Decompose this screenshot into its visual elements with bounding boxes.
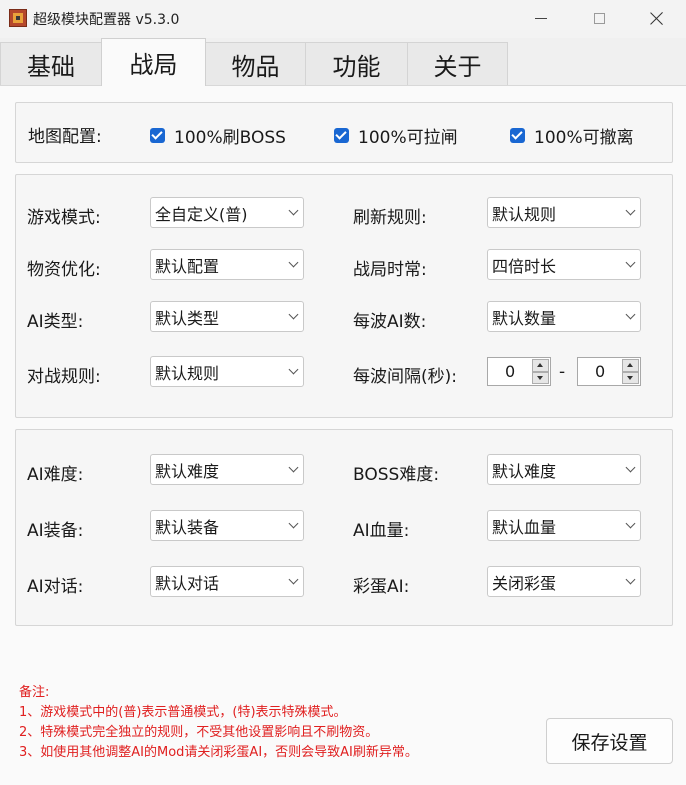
minimize-icon — [535, 17, 547, 19]
ai-difficulty-select[interactable]: 默认难度 — [150, 454, 304, 485]
chevron-down-icon — [625, 462, 636, 473]
battle-time-label: 战局时常: — [353, 260, 427, 280]
checkbox-label: 100%可撤离 — [534, 128, 634, 148]
combat-rule-select[interactable]: 默认规则 — [150, 356, 304, 387]
chevron-down-icon — [288, 309, 299, 320]
tab-about[interactable]: 关于 — [407, 42, 508, 86]
spinner-up-icon[interactable] — [532, 359, 549, 372]
checkbox-checked-icon[interactable] — [510, 128, 525, 143]
checkbox-checked-icon[interactable] — [334, 128, 349, 143]
minimize-button[interactable] — [518, 0, 564, 36]
refresh-rule-select[interactable]: 默认规则 — [487, 197, 641, 228]
supply-opt-label: 物资优化: — [27, 260, 101, 280]
spinner-down-icon[interactable] — [532, 371, 549, 384]
supply-opt-select[interactable]: 默认配置 — [150, 249, 304, 280]
boss-difficulty-label: BOSS难度: — [353, 465, 440, 485]
spinner-buttons — [622, 359, 639, 384]
ai-health-select[interactable]: 默认血量 — [487, 510, 641, 541]
checkbox-label: 100%刷BOSS — [174, 128, 286, 148]
app-icon — [9, 9, 27, 27]
ai-type-label: AI类型: — [27, 312, 84, 332]
ai-equipment-label: AI装备: — [27, 521, 84, 541]
map-config-panel: 地图配置: 100%刷BOSS 100%可拉闸 100%可撤离 — [15, 102, 673, 163]
chevron-down-icon — [625, 309, 636, 320]
checkbox-checked-icon[interactable] — [150, 128, 165, 143]
wave-interval-max-spinner[interactable]: 0 — [577, 357, 641, 386]
select-value: 默认难度 — [492, 461, 557, 481]
checkbox-pull-switch[interactable]: 100%可拉闸 — [334, 123, 458, 148]
note-line: 3、如使用其他调整AI的Mod请关闭彩蛋AI，否则会导致AI刷新异常。 — [19, 745, 418, 760]
battle-time-select[interactable]: 四倍时长 — [487, 249, 641, 280]
maximize-icon — [593, 12, 605, 24]
ai-dialog-label: AI对话: — [27, 577, 84, 597]
ai-settings-panel: AI难度: 默认难度 BOSS难度: 默认难度 AI装备: 默认装备 AI血量:… — [15, 429, 673, 626]
ai-equipment-select[interactable]: 默认装备 — [150, 510, 304, 541]
ai-dialog-select[interactable]: 默认对话 — [150, 566, 304, 597]
wave-interval-label: 每波间隔(秒): — [353, 367, 457, 387]
spinner-buttons — [532, 359, 549, 384]
tab-strip: 基础 战局 物品 功能 关于 — [0, 38, 686, 86]
select-value: 默认装备 — [155, 517, 220, 537]
checkbox-label: 100%可拉闸 — [358, 128, 458, 148]
refresh-rule-label: 刷新规则: — [353, 208, 427, 228]
title-bar: 超级模块配置器 v5.3.0 — [0, 0, 686, 38]
checkbox-evacuate[interactable]: 100%可撤离 — [510, 123, 634, 148]
combat-rule-label: 对战规则: — [27, 367, 101, 387]
chevron-down-icon — [288, 205, 299, 216]
map-config-label: 地图配置: — [28, 127, 102, 147]
select-value: 默认对话 — [155, 573, 220, 593]
spinner-up-icon[interactable] — [622, 359, 639, 372]
select-value: 默认难度 — [155, 461, 220, 481]
select-value: 关闭彩蛋 — [492, 573, 557, 593]
window-title: 超级模块配置器 v5.3.0 — [33, 12, 180, 28]
wave-count-select[interactable]: 默认数量 — [487, 301, 641, 332]
ai-health-label: AI血量: — [353, 521, 410, 541]
select-value: 默认血量 — [492, 517, 557, 537]
select-value: 默认规则 — [492, 204, 557, 224]
tab-basic[interactable]: 基础 — [0, 42, 102, 86]
chevron-down-icon — [625, 518, 636, 529]
select-value: 默认类型 — [155, 308, 220, 328]
chevron-down-icon — [625, 257, 636, 268]
select-value: 全自定义(普) — [155, 204, 248, 224]
range-separator: - — [559, 362, 566, 382]
wave-count-label: 每波AI数: — [353, 312, 427, 332]
chevron-down-icon — [625, 205, 636, 216]
notes-title: 备注: — [19, 685, 50, 700]
tab-features[interactable]: 功能 — [305, 42, 408, 86]
tab-battle[interactable]: 战局 — [101, 38, 206, 86]
ai-difficulty-label: AI难度: — [27, 465, 84, 485]
close-button[interactable] — [634, 0, 680, 36]
chevron-down-icon — [288, 574, 299, 585]
chevron-down-icon — [625, 574, 636, 585]
game-mode-label: 游戏模式: — [27, 208, 101, 228]
chevron-down-icon — [288, 462, 299, 473]
select-value: 默认数量 — [492, 308, 557, 328]
select-value: 默认配置 — [155, 256, 220, 276]
boss-difficulty-select[interactable]: 默认难度 — [487, 454, 641, 485]
select-value: 四倍时长 — [492, 256, 557, 276]
chevron-down-icon — [288, 518, 299, 529]
spinner-down-icon[interactable] — [622, 371, 639, 384]
spinner-value: 0 — [505, 362, 516, 381]
game-mode-select[interactable]: 全自定义(普) — [150, 197, 304, 228]
battle-settings-panel: 游戏模式: 全自定义(普) 刷新规则: 默认规则 物资优化: 默认配置 战局时常… — [15, 174, 673, 418]
checkbox-refresh-boss[interactable]: 100%刷BOSS — [150, 123, 286, 148]
tab-items[interactable]: 物品 — [205, 42, 306, 86]
select-value: 默认规则 — [155, 363, 220, 383]
close-icon — [650, 11, 664, 25]
ai-type-select[interactable]: 默认类型 — [150, 301, 304, 332]
chevron-down-icon — [288, 257, 299, 268]
note-line: 2、特殊模式完全独立的规则，不受其他设置影响且不刷物资。 — [19, 725, 379, 740]
maximize-button[interactable] — [576, 0, 622, 36]
note-line: 1、游戏模式中的(普)表示普通模式，(特)表示特殊模式。 — [19, 705, 347, 720]
chevron-down-icon — [288, 364, 299, 375]
easter-egg-label: 彩蛋AI: — [353, 577, 410, 597]
spinner-value: 0 — [595, 362, 606, 381]
wave-interval-min-spinner[interactable]: 0 — [487, 357, 551, 386]
save-settings-button[interactable]: 保存设置 — [546, 718, 673, 764]
easter-egg-select[interactable]: 关闭彩蛋 — [487, 566, 641, 597]
